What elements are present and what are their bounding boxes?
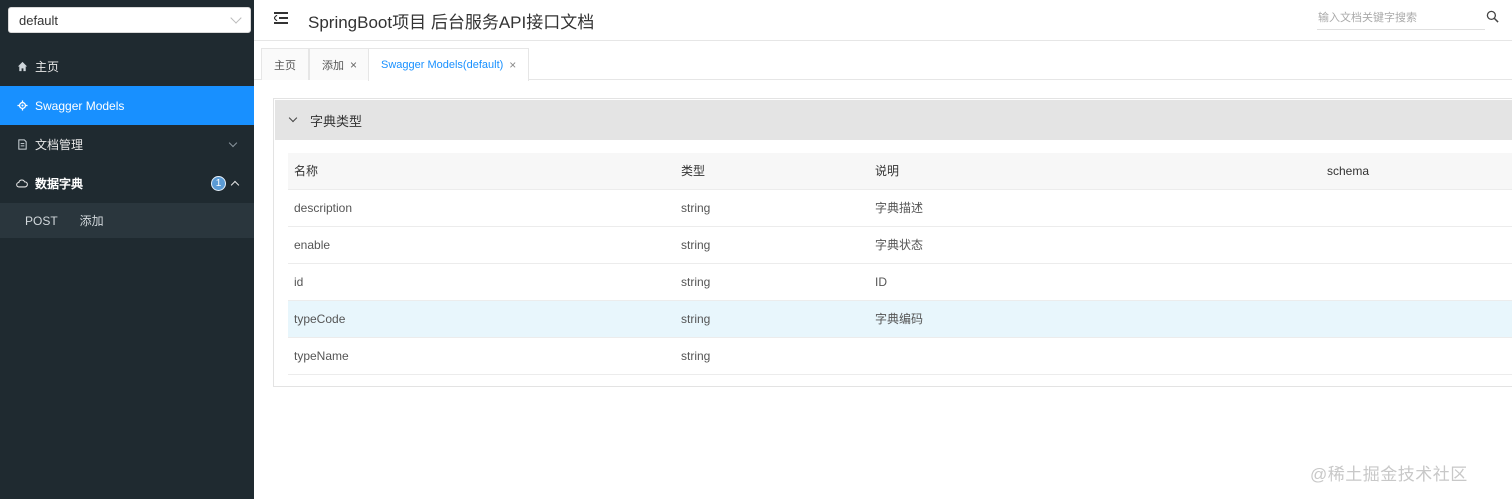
document-icon: [16, 139, 28, 151]
column-header: schema: [1321, 153, 1512, 190]
chevron-down-icon: [230, 12, 242, 24]
model-panel-header[interactable]: 字典类型: [275, 100, 1512, 140]
cell-name: typeCode: [288, 300, 675, 338]
sidebar-menu: 主页 Swagger Models 文档管理 数据字典 1 POST 添加: [0, 47, 254, 238]
cell-type: string: [675, 337, 869, 375]
tab-label: 主页: [274, 59, 296, 72]
chevron-up-icon: [230, 180, 240, 190]
cell-type: string: [675, 226, 869, 264]
cell-type: string: [675, 189, 869, 227]
column-header: 说明: [869, 153, 1321, 190]
model-panel: 字典类型 名称 类型 说明 schema description string …: [273, 98, 1512, 387]
cell-schema: [1321, 337, 1512, 375]
menu-toggle-icon[interactable]: [274, 12, 288, 24]
tab-label: Swagger Models(default): [381, 59, 504, 71]
cell-description: ID: [869, 263, 1321, 301]
top-header: SpringBoot项目 后台服务API接口文档: [254, 0, 1512, 41]
cell-schema: [1321, 189, 1512, 227]
cell-name: typeName: [288, 337, 675, 375]
app-root: default 主页 Swagger Models 文档管理 数据字典 1 PO…: [0, 0, 1512, 499]
page-title: SpringBoot项目 后台服务API接口文档: [308, 13, 595, 32]
group-select-value: default: [19, 12, 59, 28]
count-badge: 1: [211, 176, 226, 191]
http-method-label: POST: [25, 213, 58, 228]
sidebar-subitem-post-add[interactable]: POST 添加: [0, 203, 254, 238]
sidebar-item-swagger-models[interactable]: Swagger Models: [0, 86, 254, 125]
table-header-row: 名称 类型 说明 schema: [288, 153, 1512, 190]
sidebar-item-label: 文档管理: [35, 138, 84, 152]
close-icon[interactable]: ×: [509, 58, 516, 72]
column-header: 类型: [675, 153, 869, 190]
sidebar-item-document-management[interactable]: 文档管理: [0, 125, 254, 164]
cell-description: 字典编码: [869, 300, 1321, 338]
home-icon: [16, 61, 28, 73]
table-row: typeCode string 字典编码: [288, 300, 1512, 338]
sidebar-item-data-dictionary[interactable]: 数据字典 1: [0, 164, 254, 203]
tab-add[interactable]: 添加 ×: [309, 48, 371, 80]
sidebar-item-home[interactable]: 主页: [0, 47, 254, 86]
tab-label: 添加: [322, 59, 344, 72]
model-title: 字典类型: [310, 113, 363, 129]
sidebar-item-label: 数据字典: [35, 177, 84, 191]
cell-schema: [1321, 300, 1512, 338]
search-input[interactable]: [1317, 6, 1485, 30]
cell-name: id: [288, 263, 675, 301]
table-row: enable string 字典状态: [288, 226, 1512, 264]
cell-type: string: [675, 300, 869, 338]
tab-bar: 主页 添加 × Swagger Models(default) ×: [254, 42, 1512, 81]
cell-description: 字典状态: [869, 226, 1321, 264]
cell-name: enable: [288, 226, 675, 264]
tab-swagger-models[interactable]: Swagger Models(default) ×: [368, 48, 530, 81]
close-icon[interactable]: ×: [350, 58, 357, 72]
sidebar-item-label: Swagger Models: [35, 98, 125, 113]
sidebar-subitem-label: 添加: [79, 214, 104, 228]
cell-description: [869, 337, 1321, 375]
tab-home[interactable]: 主页: [261, 48, 309, 80]
cell-schema: [1321, 226, 1512, 264]
chevron-down-icon: [288, 113, 298, 123]
cell-name: description: [288, 189, 675, 227]
cloud-icon: [16, 178, 28, 190]
column-header: 名称: [288, 153, 675, 190]
watermark: @稀土掘金技术社区: [1310, 465, 1468, 484]
gear-icon: [16, 100, 28, 112]
table-row: typeName string: [288, 337, 1512, 375]
table-row: description string 字典描述: [288, 189, 1512, 227]
cell-schema: [1321, 263, 1512, 301]
cell-description: 字典描述: [869, 189, 1321, 227]
sidebar-item-label: 主页: [35, 60, 60, 74]
cell-type: string: [675, 263, 869, 301]
table-row: id string ID: [288, 263, 1512, 301]
search-icon[interactable]: [1486, 10, 1500, 24]
sidebar: default 主页 Swagger Models 文档管理 数据字典 1 PO…: [0, 0, 254, 499]
chevron-down-icon: [228, 138, 238, 148]
model-properties-table: 名称 类型 说明 schema description string 字典描述 …: [288, 153, 1512, 375]
group-select[interactable]: default: [8, 7, 251, 33]
